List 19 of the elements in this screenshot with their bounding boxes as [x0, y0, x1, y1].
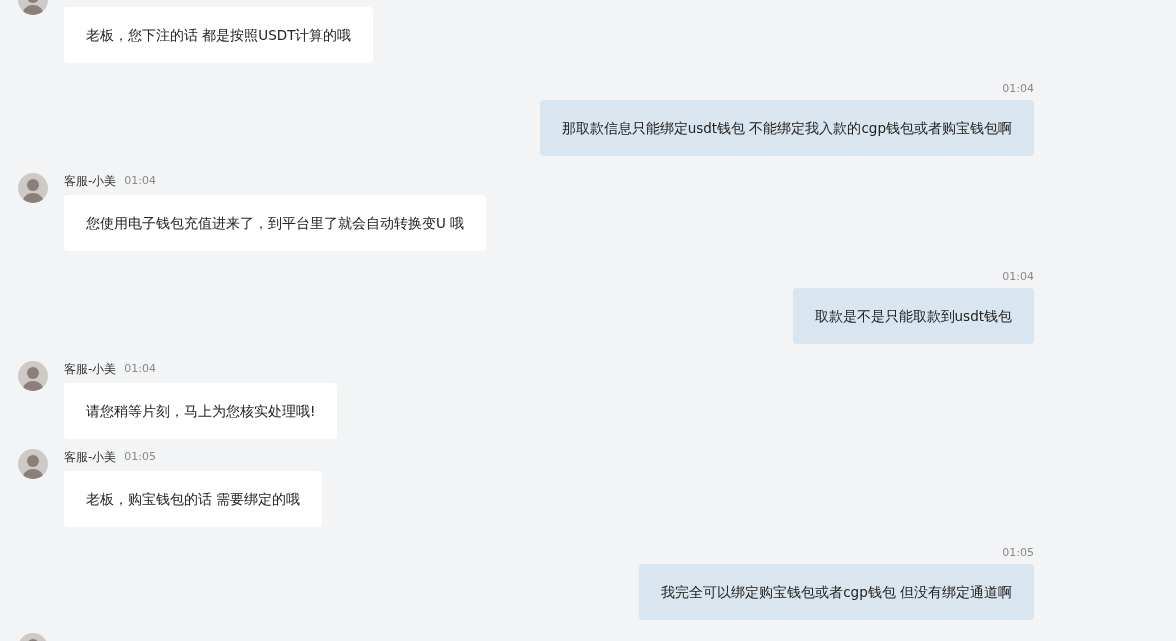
message-bubble: 我完全可以绑定购宝钱包或者cgp钱包 但没有绑定通道啊: [639, 564, 1034, 620]
avatar-icon: [18, 173, 48, 203]
message-bubble: 老板，您下注的话 都是按照USDT计算的哦: [64, 7, 374, 63]
message-bubble: 取款是不是只能取款到usdt钱包: [792, 288, 1034, 344]
message-time: 01:05: [1002, 547, 1034, 559]
message-bubble: 老板，购宝钱包的话 需要绑定的哦: [64, 471, 323, 527]
avatar-icon: [18, 361, 48, 391]
sender-name: 客服-小美: [64, 173, 117, 190]
avatar-icon: [18, 449, 48, 479]
message-time: 01:04: [124, 173, 157, 189]
message-time: 01:05: [124, 449, 157, 465]
message-time: 01:04: [124, 361, 157, 377]
message-bubble: 您使用电子钱包充值进来了，到平台里了就会自动转换变U 哦: [64, 195, 487, 251]
sender-name: 客服-小美: [64, 361, 117, 378]
message-time: 01:04: [1002, 271, 1034, 283]
sender-name: 客服-小美: [64, 449, 117, 466]
message-bubble: 那取款信息只能绑定usdt钱包 不能绑定我入款的cgp钱包或者购宝钱包啊: [539, 100, 1034, 156]
message-time: 01:04: [1002, 83, 1034, 95]
message-bubble: 请您稍等片刻，马上为您核实处理哦!: [64, 383, 338, 439]
